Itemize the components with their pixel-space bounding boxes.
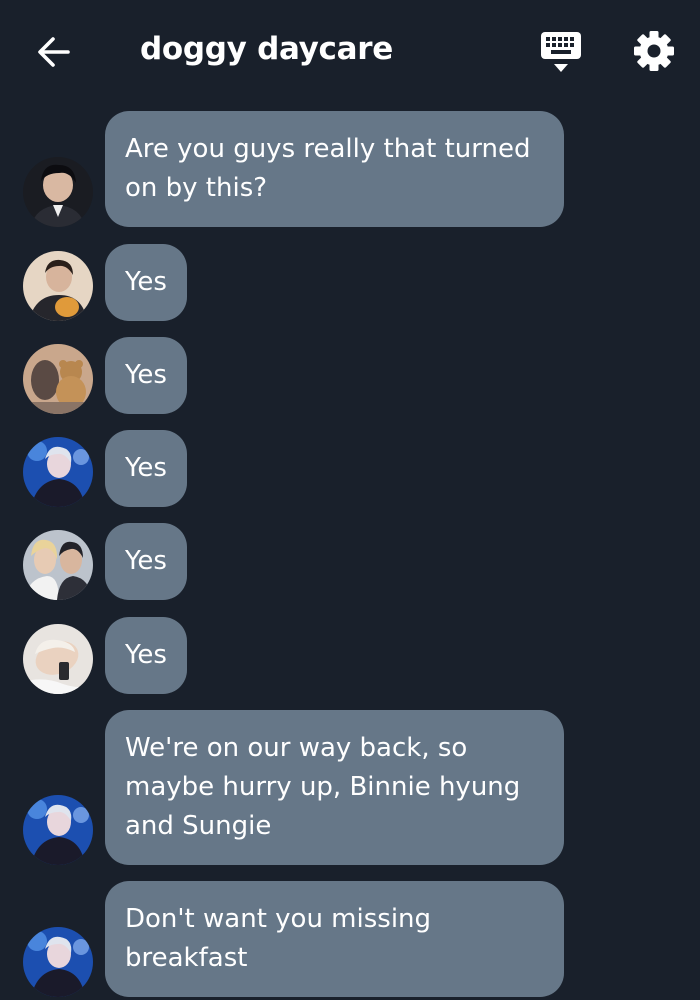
message-bubble: Yes — [105, 337, 187, 414]
chat-title: doggy daycare — [140, 31, 393, 67]
chat-screen: doggy daycare Are you guys really that t… — [0, 0, 700, 1000]
avatar[interactable] — [23, 624, 93, 694]
message-bubble: Yes — [105, 430, 187, 507]
keyboard-icon — [541, 32, 581, 72]
message-bubble: Yes — [105, 523, 187, 600]
settings-button[interactable] — [631, 28, 677, 74]
avatar[interactable] — [23, 795, 93, 865]
avatar[interactable] — [23, 530, 93, 600]
gear-icon — [634, 31, 674, 71]
avatar[interactable] — [23, 437, 93, 507]
avatar[interactable] — [23, 927, 93, 997]
message-bubble: Yes — [105, 244, 187, 321]
message-bubble: Are you guys really that turned on by th… — [105, 111, 564, 227]
message-bubble: Don't want you missing breakfast — [105, 881, 564, 997]
back-button[interactable] — [34, 32, 74, 72]
avatar[interactable] — [23, 157, 93, 227]
avatar[interactable] — [23, 251, 93, 321]
message-bubble: Yes — [105, 617, 187, 694]
message-bubble: We're on our way back, so maybe hurry up… — [105, 710, 564, 865]
arrow-left-icon — [38, 37, 70, 67]
avatar[interactable] — [23, 344, 93, 414]
keyboard-button[interactable] — [538, 30, 584, 74]
chat-header: doggy daycare — [0, 0, 700, 104]
